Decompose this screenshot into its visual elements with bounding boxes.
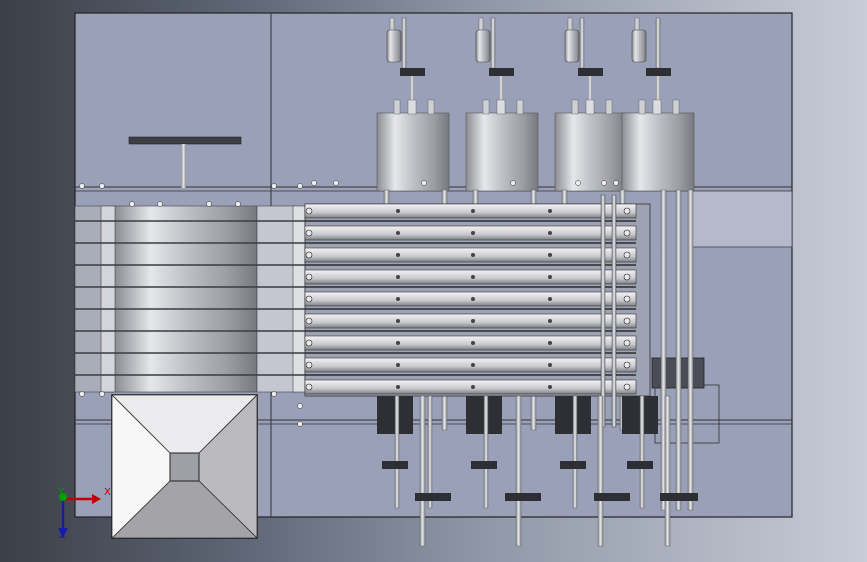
cad-viewport[interactable]: X Y Z <box>0 0 867 562</box>
hanger-bar <box>128 136 242 145</box>
side-housing <box>689 190 793 248</box>
hanger-rod <box>181 144 186 188</box>
press-plate-stack <box>297 180 651 428</box>
left-roller-stack <box>74 183 306 397</box>
triad-y-label: Y <box>58 487 65 498</box>
hopper-funnel <box>111 394 258 539</box>
triad-x-label: X <box>104 487 111 498</box>
triad-z-label: Z <box>59 530 66 541</box>
model-drawing <box>58 12 793 547</box>
